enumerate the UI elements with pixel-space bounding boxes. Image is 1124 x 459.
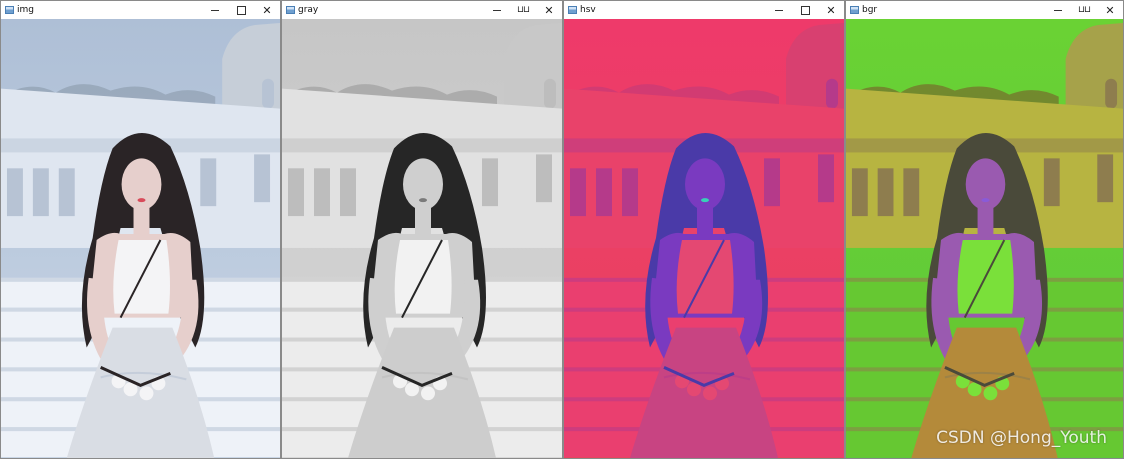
balustrade-opening [851,168,868,217]
balustrade-opening [818,154,834,203]
close-button[interactable]: ✕ [818,1,844,19]
minimize-button[interactable] [202,1,228,19]
window-title: img [17,5,34,15]
window-titlebar[interactable]: gray ⊔⊔ ✕ [282,1,562,20]
window-title: bgr [862,5,878,15]
minimize-button[interactable] [766,1,792,19]
photo-scene [564,19,844,458]
balustrade-opening [288,168,304,217]
app-window-icon [568,6,577,14]
flower [421,386,435,401]
photo-image [846,19,1123,458]
balustrade-opening [536,154,552,203]
balustrade-opening [482,158,498,207]
watermark-text: CSDN @Hong_Youth [936,428,1107,448]
image-canvas[interactable] [846,19,1123,458]
window-gray[interactable]: gray ⊔⊔ ✕ [281,0,563,459]
minimize-icon [775,9,783,11]
close-button[interactable]: ✕ [1097,1,1123,19]
balustrade-opening [622,168,638,217]
window-titlebar[interactable]: img ✕ [1,1,280,20]
photo-scene [282,19,562,458]
lips [419,198,427,203]
close-icon: ✕ [262,3,272,17]
close-button[interactable]: ✕ [254,1,280,19]
balustrade-opening [58,168,75,217]
window-img[interactable]: img ✕ [0,0,281,459]
maximize-icon [800,5,810,15]
maximize-icon [236,5,246,15]
maximize-button[interactable] [228,1,254,19]
desktop: img ✕ gray ⊔⊔ ✕ hsv ✕ bgr ⊔⊔ ✕ CSDN @Hon… [0,0,1124,459]
face [403,158,443,211]
close-icon: ✕ [1105,3,1115,17]
restore-icon: ⊔⊔ [1077,5,1091,15]
window-titlebar[interactable]: hsv ✕ [564,1,844,20]
photo-scene [846,19,1123,458]
close-icon: ✕ [544,3,554,17]
neck [697,206,713,235]
window-controls: ⊔⊔ ✕ [1045,1,1123,19]
flower [139,386,154,401]
restore-button[interactable]: ⊔⊔ [510,1,536,19]
neck [977,206,994,235]
lips [137,198,146,203]
lips [701,198,709,203]
balustrade-opening [877,168,894,217]
minimize-icon [211,9,219,11]
flower [983,386,998,401]
restore-button[interactable]: ⊔⊔ [1071,1,1097,19]
balustrade-opening [340,168,356,217]
balustrade-opening [200,158,217,207]
image-canvas[interactable] [1,19,280,458]
close-button[interactable]: ✕ [536,1,562,19]
face [965,158,1006,211]
tower-window [826,78,838,109]
window-title: gray [298,5,319,15]
neck [133,206,150,235]
app-window-icon [850,6,859,14]
balustrade-opening [1097,154,1114,203]
image-canvas[interactable] [282,19,562,458]
minimize-button[interactable] [1045,1,1071,19]
photo-image [564,19,844,458]
tower-window [262,78,275,109]
balustrade-opening [570,168,586,217]
minimize-button[interactable] [484,1,510,19]
neck [415,206,431,235]
window-controls: ⊔⊔ ✕ [484,1,562,19]
app-window-icon [286,6,295,14]
window-controls: ✕ [766,1,844,19]
app-window-icon [5,6,14,14]
balustrade-opening [32,168,49,217]
minimize-icon [1054,9,1062,11]
tower-window [544,78,556,109]
balustrade-opening [596,168,612,217]
window-hsv[interactable]: hsv ✕ [563,0,845,459]
image-canvas[interactable] [564,19,844,458]
face [121,158,162,211]
face [685,158,725,211]
window-titlebar[interactable]: bgr ⊔⊔ ✕ [846,1,1123,20]
balustrade-opening [314,168,330,217]
window-title: hsv [580,5,596,15]
balustrade-opening [903,168,920,217]
restore-icon: ⊔⊔ [516,5,530,15]
balustrade-opening [764,158,780,207]
balustrade-opening [6,168,23,217]
window-bgr[interactable]: bgr ⊔⊔ ✕ CSDN @Hong_Youth [845,0,1124,459]
window-controls: ✕ [202,1,280,19]
close-icon: ✕ [826,3,836,17]
photo-image [1,19,280,458]
minimize-icon [493,9,501,11]
balustrade-opening [254,154,271,203]
balustrade-opening [1043,158,1060,207]
photo-image [282,19,562,458]
tower-window [1105,78,1118,109]
maximize-button[interactable] [792,1,818,19]
flower [703,386,717,401]
lips [981,198,990,203]
photo-scene [1,19,280,458]
